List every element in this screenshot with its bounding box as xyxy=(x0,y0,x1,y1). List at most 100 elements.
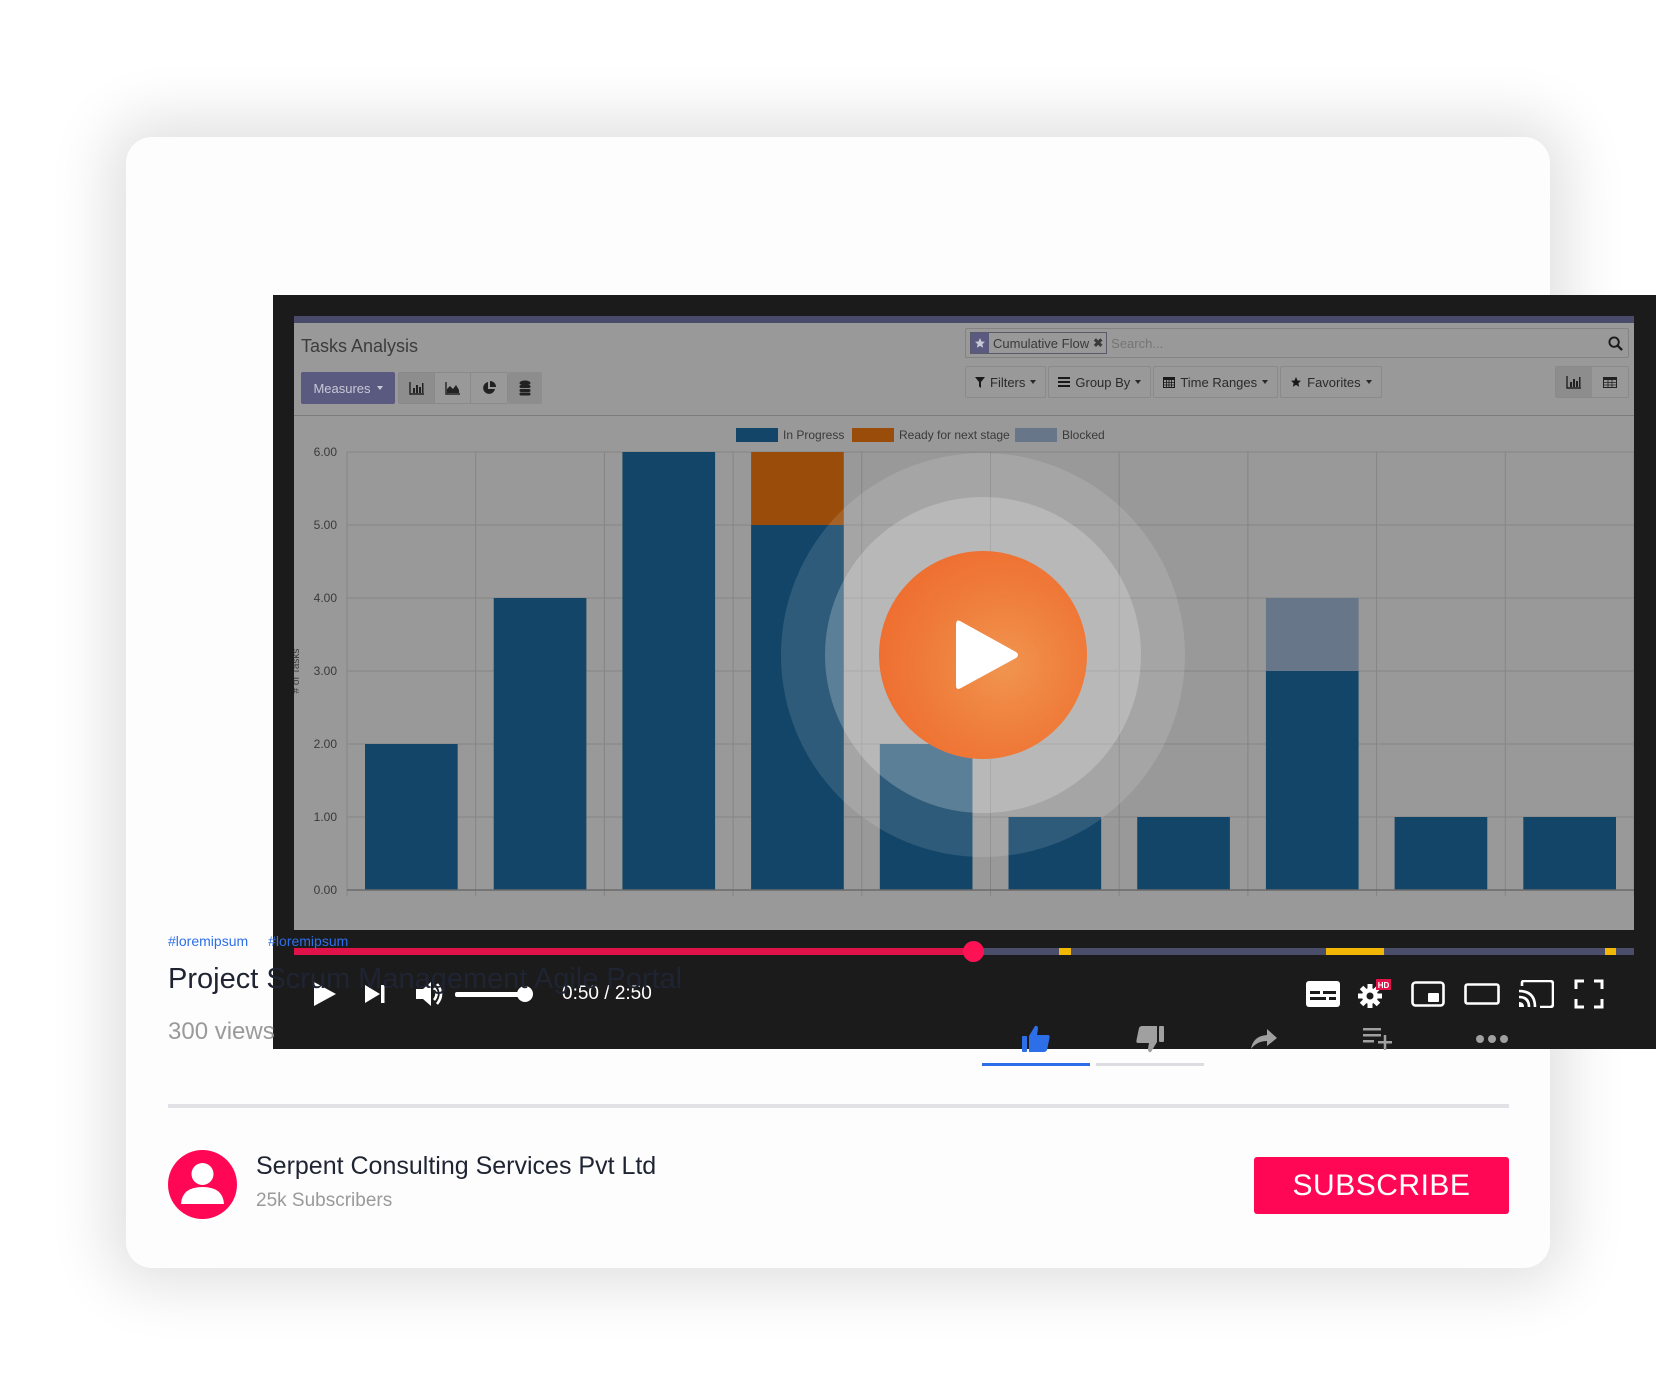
legend-label: Ready for next stage xyxy=(899,428,1010,442)
bar-in-progress xyxy=(622,452,716,890)
pie-chart-icon xyxy=(483,381,496,394)
bar-in-progress xyxy=(879,744,973,890)
view-switcher xyxy=(1555,366,1629,398)
caret-down-icon xyxy=(1262,380,1269,384)
measures-label: Measures xyxy=(313,380,371,396)
search-icon[interactable] xyxy=(1602,335,1628,351)
caret-down-icon xyxy=(1135,380,1142,384)
progress-scrubber[interactable] xyxy=(963,941,985,962)
theater-icon xyxy=(1464,983,1500,1005)
close-icon[interactable]: ✖ xyxy=(1093,336,1106,350)
y-tick-label: 3.00 xyxy=(314,664,338,678)
graph-view-button[interactable] xyxy=(1556,367,1592,397)
channel-name[interactable]: Serpent Consulting Services Pvt Ltd xyxy=(256,1152,656,1181)
bar-blocked xyxy=(1265,598,1359,671)
progress-bar[interactable] xyxy=(294,941,1634,962)
measures-button[interactable]: Measures xyxy=(301,372,395,404)
chapter-marker xyxy=(1604,948,1617,955)
search-facet[interactable]: Cumulative Flow ✖ xyxy=(970,332,1108,354)
y-tick-label: 6.00 xyxy=(314,445,338,459)
legend-swatch xyxy=(736,428,778,442)
progress-played xyxy=(294,948,974,955)
dislike-underline xyxy=(1096,1063,1204,1066)
big-play-button[interactable] xyxy=(879,551,1087,759)
subscribe-button[interactable]: SUBSCRIBE xyxy=(1254,1157,1509,1214)
dislike-button[interactable] xyxy=(1096,1012,1204,1066)
app-navbar xyxy=(294,316,1634,323)
search-input[interactable] xyxy=(1107,335,1602,351)
filter-icon xyxy=(975,376,985,388)
caret-down-icon xyxy=(1365,380,1372,384)
hashtag-link[interactable]: #loremipsum xyxy=(268,933,348,949)
video-frame[interactable]: Tasks Analysis Measures Cumulative Flow … xyxy=(294,316,1634,930)
cast-icon xyxy=(1518,980,1554,1008)
bar-in-progress xyxy=(1523,817,1616,890)
subscriber-count: 25k Subscribers xyxy=(256,1190,393,1211)
theater-mode-button[interactable] xyxy=(1461,971,1503,1017)
pie-chart-button[interactable] xyxy=(471,373,507,403)
legend-label: Blocked xyxy=(1062,428,1105,442)
group-by-button[interactable]: Group By xyxy=(1048,366,1152,398)
svg-text:HD: HD xyxy=(1378,981,1390,990)
view-count: 300 views xyxy=(168,1018,275,1045)
legend-swatch xyxy=(1015,428,1057,442)
user-icon xyxy=(181,1163,224,1204)
like-underline xyxy=(982,1063,1090,1066)
video-card: Tasks Analysis Measures Cumulative Flow … xyxy=(126,137,1656,1268)
favorites-button[interactable]: Favorites xyxy=(1280,366,1382,398)
bar-in-progress xyxy=(365,744,458,890)
filters-button[interactable]: Filters xyxy=(965,366,1047,398)
area-chart-button[interactable] xyxy=(435,373,471,403)
video-title: Project Scrum Management Agile Portal xyxy=(168,963,683,995)
area-chart-icon xyxy=(444,382,460,395)
settings-button[interactable]: HD xyxy=(1355,971,1395,1017)
search-bar: Cumulative Flow ✖ xyxy=(965,328,1629,358)
miniplayer-button[interactable] xyxy=(1407,971,1449,1017)
bar-in-progress xyxy=(1394,817,1488,890)
bar-in-progress xyxy=(1265,671,1359,890)
channel-avatar[interactable] xyxy=(168,1150,237,1219)
play-icon xyxy=(956,620,1018,689)
bar-chart-icon xyxy=(1566,376,1581,389)
miniplayer-icon xyxy=(1411,981,1445,1007)
playlist-add-icon xyxy=(1363,1028,1392,1050)
legend-label: In Progress xyxy=(783,428,844,442)
more-button[interactable] xyxy=(1438,1012,1546,1066)
hashtag-link[interactable]: #loremipsum xyxy=(168,933,248,949)
star-icon xyxy=(1291,377,1302,387)
captions-icon xyxy=(1306,981,1340,1007)
chart-type-group xyxy=(398,372,508,404)
bar-in-progress xyxy=(1008,817,1102,890)
group-by-label: Group By xyxy=(1075,374,1131,390)
y-tick-label: 0.00 xyxy=(314,883,338,897)
y-tick-label: 2.00 xyxy=(314,737,338,751)
list-icon xyxy=(1058,377,1071,387)
settings-icon: HD xyxy=(1358,979,1391,1008)
legend-swatch xyxy=(852,428,894,442)
pivot-view-button[interactable] xyxy=(1592,367,1628,397)
y-tick-label: 5.00 xyxy=(314,518,338,532)
bar-chart-button[interactable] xyxy=(399,373,435,403)
y-axis-label: # of Tasks xyxy=(294,649,302,694)
more-icon xyxy=(1476,1035,1508,1043)
filters-label: Filters xyxy=(990,374,1026,390)
hashtags: #loremipsum #loremipsum xyxy=(168,933,348,949)
time-ranges-button[interactable]: Time Ranges xyxy=(1153,366,1279,398)
fullscreen-icon xyxy=(1574,979,1604,1009)
favorites-label: Favorites xyxy=(1307,374,1361,390)
database-icon xyxy=(519,380,531,396)
chapter-marker xyxy=(1059,948,1072,955)
bar-ready-for-next-stage xyxy=(751,452,844,525)
calendar-icon xyxy=(1163,377,1176,388)
chapter-marker xyxy=(1326,948,1384,955)
share-button[interactable] xyxy=(1210,1012,1318,1066)
video-player[interactable]: Tasks Analysis Measures Cumulative Flow … xyxy=(273,295,1656,1049)
stacked-toggle-button[interactable] xyxy=(508,372,542,404)
section-divider xyxy=(168,1104,1509,1108)
cast-button[interactable] xyxy=(1515,971,1557,1017)
like-button[interactable] xyxy=(982,1012,1090,1066)
save-to-playlist-button[interactable] xyxy=(1324,1012,1432,1066)
caret-down-icon xyxy=(376,386,383,390)
captions-button[interactable] xyxy=(1303,971,1343,1017)
fullscreen-button[interactable] xyxy=(1569,971,1609,1017)
